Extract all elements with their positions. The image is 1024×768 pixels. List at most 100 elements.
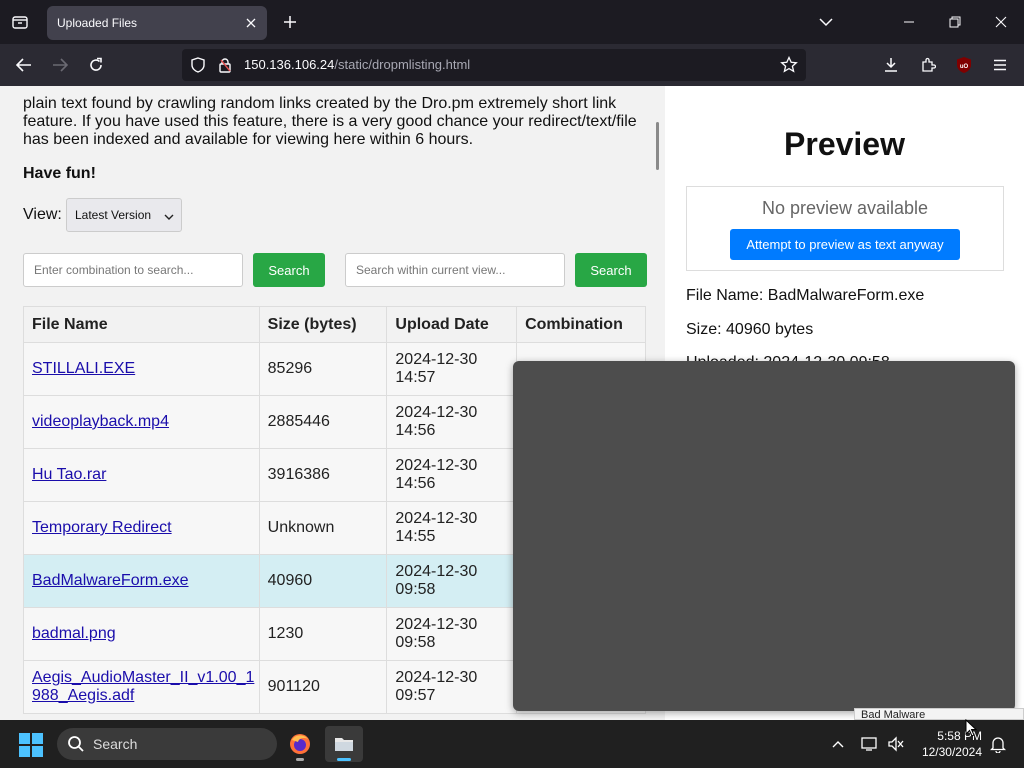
notification-bell-icon[interactable] (986, 732, 1010, 756)
chevron-down-icon (164, 210, 174, 224)
bookmark-star-icon[interactable] (780, 55, 798, 79)
network-icon[interactable] (858, 732, 882, 756)
view-search-placeholder: Search within current view... (356, 263, 506, 277)
time-text: 09:58 (395, 634, 436, 651)
header-file-name[interactable]: File Name (23, 306, 260, 343)
view-version-select[interactable]: Latest Version (66, 198, 182, 232)
header-combination[interactable]: Combination (516, 306, 646, 343)
time-text: 14:55 (395, 528, 436, 545)
file-link[interactable]: badmal.png (32, 625, 116, 642)
file-link[interactable]: BadMalwareForm.exe (32, 572, 189, 589)
forward-icon[interactable] (46, 51, 74, 79)
file-name-cell: Temporary Redirect (23, 501, 260, 555)
taskbar-tooltip: Bad Malware (854, 708, 1024, 720)
browser-nav-bar: 150.136.106.24/static/dropmlisting.html … (0, 44, 1024, 86)
time-text: 14:57 (395, 369, 436, 386)
date-cell: 2024-12-30 14:56 (386, 448, 518, 502)
firefox-taskbar-icon[interactable] (281, 726, 319, 762)
date-cell: 2024-12-30 09:58 (386, 607, 518, 661)
table-header-row: File Name Size (bytes) Upload Date Combi… (23, 306, 646, 343)
view-search-button[interactable]: Search (575, 253, 647, 287)
ublock-icon[interactable]: uO (950, 51, 978, 79)
size-cell: 3916386 (258, 448, 388, 502)
search-icon (67, 735, 85, 756)
view-label: View: (23, 206, 62, 223)
date-cell: 2024-12-30 14:57 (386, 342, 518, 396)
size-cell: 1230 (258, 607, 388, 661)
intro-paragraph: plain text found by crawling random link… (23, 95, 637, 148)
file-explorer-taskbar-icon[interactable] (325, 726, 363, 762)
file-name-cell: Aegis_AudioMaster_II_v1.00_1988_Aegis.ad… (23, 660, 260, 714)
minimize-icon[interactable] (895, 8, 923, 36)
file-link[interactable]: Hu Tao.rar (32, 466, 106, 483)
downloads-icon[interactable] (877, 51, 905, 79)
tab-overflow-chevron-icon[interactable] (812, 8, 840, 36)
tab-list-icon[interactable] (6, 8, 34, 36)
close-tab-icon[interactable] (243, 15, 259, 31)
date-text: 2024-12-30 (395, 563, 478, 580)
taskbar: Search 5:58 PM 12/30/2024 (0, 720, 1024, 768)
show-hidden-icons-chevron-icon[interactable] (826, 732, 850, 756)
date-text: 2024-12-30 (395, 404, 478, 421)
lock-icon[interactable] (218, 57, 232, 78)
windows-start-icon[interactable] (18, 732, 44, 758)
size-cell: 85296 (258, 342, 388, 396)
date-text: 2024-12-30 (395, 616, 478, 633)
clock-date: 12/30/2024 (921, 745, 982, 759)
file-name-cell: badmal.png (23, 607, 260, 661)
new-tab-icon[interactable] (278, 10, 302, 34)
file-link[interactable]: STILLALI.EXE (32, 360, 135, 377)
time-text: 09:57 (395, 687, 436, 704)
reload-icon[interactable] (82, 51, 110, 79)
file-link[interactable]: videoplayback.mp4 (32, 413, 169, 430)
mouse-cursor-icon (965, 718, 978, 742)
url-text[interactable]: 150.136.106.24/static/dropmlisting.html (244, 57, 470, 72)
svg-text:uO: uO (960, 64, 969, 70)
browser-tab-bar: Uploaded Files (0, 0, 1024, 44)
size-cell: 901120 (258, 660, 388, 714)
preview-file-size: Size: 40960 bytes (686, 321, 814, 338)
file-link[interactable]: Temporary Redirect (32, 519, 172, 536)
tab-title: Uploaded Files (57, 16, 138, 30)
combination-search-placeholder: Enter combination to search... (34, 263, 194, 277)
shield-icon[interactable] (190, 57, 206, 78)
taskbar-search-label: Search (93, 736, 138, 752)
url-host: 150.136.106.24 (244, 57, 335, 72)
time-text: 09:58 (395, 581, 436, 598)
date-cell: 2024-12-30 14:55 (386, 501, 518, 555)
date-cell: 2024-12-30 09:58 (386, 554, 518, 608)
time-text: 14:56 (395, 422, 436, 439)
url-path: /static/dropmlisting.html (334, 57, 471, 72)
preview-as-text-button[interactable]: Attempt to preview as text anyway (730, 229, 960, 260)
preview-title: Preview (784, 126, 905, 162)
header-upload-date[interactable]: Upload Date (386, 306, 518, 343)
date-text: 2024-12-30 (395, 669, 478, 686)
combination-search-input[interactable]: Enter combination to search... (23, 253, 243, 287)
size-cell: 40960 (258, 554, 388, 608)
menu-icon[interactable] (986, 51, 1014, 79)
time-text: 14:56 (395, 475, 436, 492)
file-link[interactable]: Aegis_AudioMaster_II_v1.00_1988_Aegis.ad… (32, 669, 254, 704)
view-selected-value: Latest Version (75, 208, 152, 222)
no-preview-text: No preview available (761, 198, 929, 218)
tab-uploaded-files[interactable]: Uploaded Files (47, 6, 267, 40)
close-window-icon[interactable] (987, 8, 1015, 36)
taskbar-thumbnail-overlay[interactable] (513, 361, 1015, 711)
file-name-cell: Hu Tao.rar (23, 448, 260, 502)
header-size[interactable]: Size (bytes) (258, 306, 388, 343)
taskbar-search-box[interactable]: Search (57, 728, 277, 760)
preview-file-name: File Name: BadMalwareForm.exe (686, 287, 925, 304)
scrollbar-thumb[interactable] (656, 122, 659, 170)
view-search-input[interactable]: Search within current view... (345, 253, 565, 287)
size-cell: Unknown (258, 501, 388, 555)
extensions-icon[interactable] (914, 51, 942, 79)
date-text: 2024-12-30 (395, 351, 478, 368)
url-bar[interactable]: 150.136.106.24/static/dropmlisting.html (182, 49, 806, 81)
date-cell: 2024-12-30 14:56 (386, 395, 518, 449)
file-name-cell: STILLALI.EXE (23, 342, 260, 396)
back-icon[interactable] (10, 51, 38, 79)
combination-search-button[interactable]: Search (253, 253, 325, 287)
size-cell: 2885446 (258, 395, 388, 449)
restore-icon[interactable] (941, 8, 969, 36)
volume-muted-icon[interactable] (884, 732, 908, 756)
